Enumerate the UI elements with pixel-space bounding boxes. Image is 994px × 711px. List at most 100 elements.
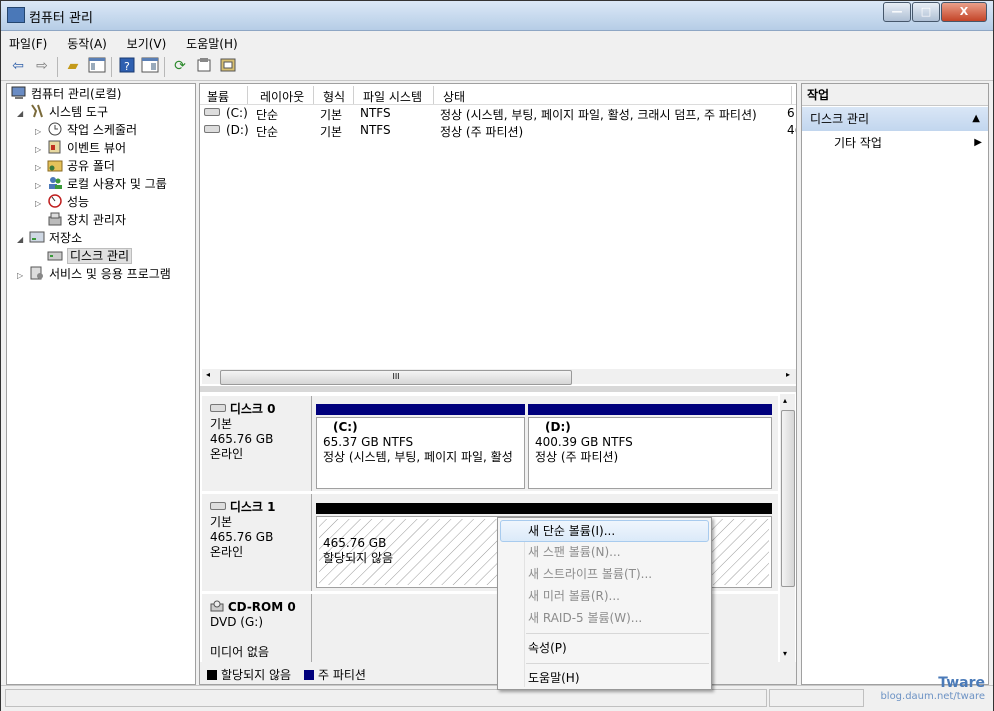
column-header-volume[interactable]: 볼륨 bbox=[207, 88, 229, 105]
menu-item-new-raid5-volume[interactable]: 새 RAID-5 볼륨(W)... bbox=[528, 608, 642, 628]
users-icon bbox=[47, 176, 63, 190]
menu-item-new-mirrored-volume[interactable]: 새 미러 볼륨(R)... bbox=[528, 586, 620, 606]
maximize-button[interactable]: □ bbox=[912, 2, 940, 22]
clock-icon bbox=[47, 122, 63, 136]
menu-item-properties[interactable]: 속성(P) bbox=[528, 638, 567, 658]
event-viewer-icon bbox=[47, 140, 63, 154]
scroll-left-arrow-icon[interactable]: ◂ bbox=[206, 370, 210, 379]
system-tools-icon bbox=[29, 104, 45, 118]
context-menu: 새 단순 볼륨(I)... 새 스팬 볼륨(N)... 새 스트라이프 볼륨(T… bbox=[497, 517, 712, 690]
unallocated-bar bbox=[316, 503, 772, 514]
actions-section-disk-management[interactable]: 디스크 관리 ▲ bbox=[802, 107, 988, 131]
cdrom-0-label[interactable]: CD-ROM 0 DVD (G:) 미디어 없음 bbox=[202, 594, 312, 662]
up-folder-icon[interactable]: ▰ bbox=[64, 57, 82, 75]
drive-icon bbox=[204, 106, 220, 120]
partition-c[interactable]: (C:) 65.37 GB NTFS 정상 (시스템, 부팅, 페이지 파일, … bbox=[316, 417, 525, 489]
volume-row[interactable]: (D:) 단순 기본 NTFS 정상 (주 파티션) 4( bbox=[200, 122, 796, 139]
drive-icon bbox=[204, 123, 220, 137]
disk-0-panel: 디스크 0 기본 465.76 GB 온라인 (C:) 65.37 GB NTF… bbox=[202, 396, 778, 491]
horizontal-scrollbar[interactable]: ◂ III ▸ bbox=[202, 369, 796, 385]
window-title: 컴퓨터 관리 bbox=[29, 11, 93, 26]
pane-splitter[interactable] bbox=[200, 386, 796, 392]
device-manager-icon bbox=[47, 212, 63, 226]
help-icon[interactable]: ? bbox=[118, 57, 136, 75]
submenu-arrow-icon: ▶ bbox=[974, 137, 982, 148]
tree-item-storage[interactable]: ◢ 저장소 bbox=[17, 229, 82, 247]
refresh-icon[interactable]: ⟳ bbox=[171, 57, 189, 75]
scroll-up-arrow-icon[interactable]: ▴ bbox=[783, 396, 787, 405]
volume-list-header: 볼륨 레이아웃 형식 파일 시스템 상태 bbox=[200, 86, 796, 105]
tree-item-shared-folders[interactable]: ▷ 공유 폴더 bbox=[35, 157, 115, 175]
svg-text:?: ? bbox=[124, 60, 130, 73]
expand-arrow-icon[interactable]: ▷ bbox=[35, 195, 47, 213]
services-icon bbox=[29, 266, 45, 280]
disk-1-label[interactable]: 디스크 1 기본 465.76 GB 온라인 bbox=[202, 494, 312, 591]
tree-item-services[interactable]: ▷ 서비스 및 응용 프로그램 bbox=[17, 265, 171, 283]
tree-item-root[interactable]: 컴퓨터 관리(로컬) bbox=[11, 85, 121, 103]
primary-partition-bar bbox=[528, 404, 772, 415]
legend-item-primary: 주 파티션 bbox=[304, 666, 366, 683]
console-tree: 컴퓨터 관리(로컬) ◢ 시스템 도구 ▷ 작업 스케줄러 ▷ 이벤트 뷰어 ▷ 공유 … bbox=[6, 83, 196, 685]
storage-icon bbox=[29, 230, 45, 244]
show-hide-action-icon[interactable] bbox=[141, 57, 159, 75]
disk-icon bbox=[210, 402, 226, 416]
menu-item-new-spanned-volume[interactable]: 새 스팬 볼륨(N)... bbox=[528, 542, 621, 562]
partition-d[interactable]: (D:) 400.39 GB NTFS 정상 (주 파티션) bbox=[528, 417, 772, 489]
legend-item-unallocated: 할당되지 않음 bbox=[207, 666, 291, 683]
close-button[interactable]: X bbox=[941, 2, 987, 22]
menu-action[interactable]: 동작(A) bbox=[59, 31, 115, 52]
status-segment bbox=[5, 689, 767, 707]
tree-item-performance[interactable]: ▷ 성능 bbox=[35, 193, 89, 211]
collapse-triangle-icon[interactable]: ▲ bbox=[972, 107, 980, 131]
computer-management-app-icon bbox=[7, 7, 25, 23]
properties-icon[interactable] bbox=[195, 57, 213, 75]
watermark: Tware blog.daum.net/tware bbox=[880, 675, 985, 702]
menu-item-new-simple-volume[interactable]: 새 단순 볼륨(I)... bbox=[528, 521, 615, 541]
column-header-file-system[interactable]: 파일 시스템 bbox=[363, 88, 422, 105]
scroll-thumb[interactable] bbox=[781, 410, 795, 587]
toolbar: ⇦ ⇨ ▰ ? ⟳ bbox=[1, 53, 993, 81]
title-bar[interactable]: 컴퓨터 관리 — □ X bbox=[1, 1, 993, 31]
expand-arrow-icon[interactable]: ▷ bbox=[17, 267, 29, 285]
tree-item-system-tools[interactable]: ◢ 시스템 도구 bbox=[17, 103, 108, 121]
disk-0-label[interactable]: 디스크 0 기본 465.76 GB 온라인 bbox=[202, 396, 312, 491]
actions-header: 작업 bbox=[802, 84, 988, 106]
volume-row[interactable]: (C:) 단순 기본 NTFS 정상 (시스템, 부팅, 페이지 파일, 활성,… bbox=[200, 105, 796, 122]
more-actions-item[interactable]: 기타 작업 ▶ bbox=[834, 134, 984, 152]
column-header-layout[interactable]: 레이아웃 bbox=[260, 88, 304, 105]
scroll-down-arrow-icon[interactable]: ▾ bbox=[783, 649, 787, 658]
shared-folder-icon bbox=[47, 158, 63, 172]
computer-management-icon bbox=[11, 86, 27, 100]
column-header-status[interactable]: 상태 bbox=[443, 88, 465, 105]
actions-pane: 작업 디스크 관리 ▲ 기타 작업 ▶ bbox=[801, 83, 989, 685]
tree-item-disk-management[interactable]: 디스크 관리 bbox=[47, 247, 133, 265]
vertical-scrollbar[interactable]: ▴ ▾ bbox=[780, 394, 795, 662]
show-hide-tree-icon[interactable] bbox=[88, 57, 106, 75]
performance-icon bbox=[47, 194, 63, 208]
menu-view[interactable]: 보기(V) bbox=[119, 31, 175, 52]
menu-item-help[interactable]: 도움말(H) bbox=[528, 668, 580, 688]
menu-help[interactable]: 도움말(H) bbox=[178, 31, 246, 52]
column-header-type[interactable]: 형식 bbox=[323, 88, 345, 105]
primary-partition-bar bbox=[316, 404, 525, 415]
tree-item-task-scheduler[interactable]: ▷ 작업 스케줄러 bbox=[35, 121, 137, 139]
back-icon[interactable]: ⇦ bbox=[9, 57, 27, 75]
tree-item-device-manager[interactable]: 장치 관리자 bbox=[47, 211, 126, 229]
scroll-right-arrow-icon[interactable]: ▸ bbox=[786, 370, 790, 379]
collapse-arrow-icon[interactable]: ◢ bbox=[17, 105, 29, 123]
forward-icon[interactable]: ⇨ bbox=[33, 57, 51, 75]
connect-icon[interactable] bbox=[219, 57, 237, 75]
cdrom-icon bbox=[210, 600, 224, 614]
disk-management-icon bbox=[47, 248, 63, 262]
collapse-arrow-icon[interactable]: ◢ bbox=[17, 231, 29, 249]
tree-item-event-viewer[interactable]: ▷ 이벤트 뷰어 bbox=[35, 139, 126, 157]
scroll-thumb[interactable]: III bbox=[220, 370, 572, 385]
status-segment bbox=[769, 689, 864, 707]
menu-item-new-striped-volume[interactable]: 새 스트라이프 볼륨(T)... bbox=[528, 564, 652, 584]
menu-file[interactable]: 파일(F) bbox=[1, 31, 55, 52]
minimize-button[interactable]: — bbox=[883, 2, 911, 22]
computer-management-window: 컴퓨터 관리 — □ X 파일(F) 동작(A) 보기(V) 도움말(H) ⇦ … bbox=[0, 0, 994, 711]
disk-icon bbox=[210, 500, 226, 514]
tree-item-local-users[interactable]: ▷ 로컬 사용자 및 그룹 bbox=[35, 175, 167, 193]
menu-bar: 파일(F) 동작(A) 보기(V) 도움말(H) bbox=[1, 31, 993, 53]
